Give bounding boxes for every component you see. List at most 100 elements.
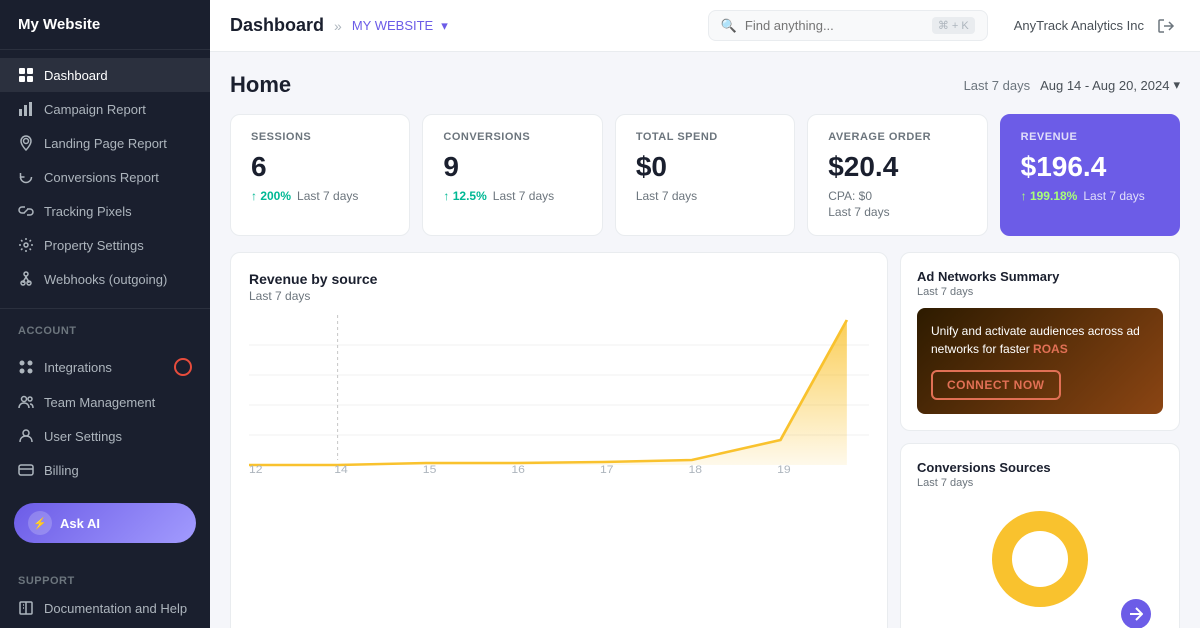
- stat-card-conversions: CONVERSIONS 9 ↑ 12.5% Last 7 days: [422, 114, 602, 236]
- sidebar-item-property-settings[interactable]: Property Settings: [0, 228, 210, 262]
- header-user: AnyTrack Analytics Inc: [1014, 12, 1180, 40]
- donut-svg: [980, 499, 1100, 619]
- chart-side-panel: Ad Networks Summary Last 7 days Unify an…: [900, 252, 1180, 628]
- sidebar-item-label: Team Management: [44, 395, 155, 410]
- ad-networks-sub: Last 7 days: [917, 286, 1163, 298]
- ad-networks-banner: Unify and activate audiences across ad n…: [917, 308, 1163, 414]
- stat-card-total-spend: TOTAL SPEND $0 Last 7 days: [615, 114, 795, 236]
- svg-text:17: 17: [600, 464, 614, 475]
- sidebar-item-team-management[interactable]: Team Management: [0, 385, 210, 419]
- logout-button[interactable]: [1152, 12, 1180, 40]
- card-icon: [18, 462, 34, 478]
- team-icon: [18, 394, 34, 410]
- account-section-label: Account: [0, 313, 210, 341]
- ask-ai-button[interactable]: ⚡ Ask AI: [14, 503, 196, 543]
- search-input[interactable]: [745, 18, 924, 33]
- stat-card-sessions: SESSIONS 6 ↑ 200% Last 7 days: [230, 114, 410, 236]
- svg-text:12: 12: [249, 464, 263, 475]
- sidebar-item-label: Dashboard: [44, 68, 108, 83]
- revenue-chart-svg: 12 14 15 16 17 18 19: [249, 315, 869, 475]
- sidebar-item-campaign-report[interactable]: Campaign Report: [0, 92, 210, 126]
- search-shortcut: ⌘ + K: [932, 17, 975, 34]
- user-name: AnyTrack Analytics Inc: [1014, 18, 1144, 33]
- connect-now-button[interactable]: CONNECT NOW: [931, 370, 1061, 400]
- revenue-chart-title: Revenue by source: [249, 271, 869, 287]
- stat-card-revenue: REVENUE $196.4 ↑ 199.18% Last 7 days: [1000, 114, 1180, 236]
- stat-value: $0: [636, 151, 774, 183]
- svg-text:14: 14: [334, 464, 348, 475]
- sidebar-item-landing-page-report[interactable]: Landing Page Report: [0, 126, 210, 160]
- sidebar-item-billing[interactable]: Billing: [0, 453, 210, 487]
- sidebar-item-user-settings[interactable]: User Settings: [0, 419, 210, 453]
- revenue-chart-card: Revenue by source Last 7 days: [230, 252, 888, 628]
- page-title: Home: [230, 72, 291, 98]
- stat-sub: ↑ 199.18% Last 7 days: [1021, 189, 1159, 203]
- svg-text:19: 19: [777, 464, 791, 475]
- support-label: Support: [0, 567, 210, 591]
- sidebar-item-label: Campaign Report: [44, 102, 146, 117]
- date-range-picker[interactable]: Aug 14 - Aug 20, 2024 ▾: [1040, 77, 1180, 93]
- stat-period: Last 7 days: [493, 189, 554, 203]
- stat-sub: ↑ 12.5% Last 7 days: [443, 189, 581, 203]
- navigate-button[interactable]: [1121, 599, 1151, 628]
- search-icon: 🔍: [721, 18, 737, 34]
- stat-sub: CPA: $0: [828, 189, 966, 203]
- book-icon: [18, 600, 34, 616]
- support-section: Support Documentation and Help: [0, 559, 210, 628]
- location-icon: [18, 135, 34, 151]
- stat-value: $196.4: [1021, 151, 1159, 183]
- date-range-text: Aug 14 - Aug 20, 2024: [1040, 78, 1169, 93]
- stat-value: $20.4: [828, 151, 966, 183]
- date-range-chevron-icon: ▾: [1173, 77, 1180, 93]
- ask-ai-icon: ⚡: [28, 511, 52, 535]
- stat-change: ↑ 200%: [251, 189, 291, 203]
- header-breadcrumb[interactable]: MY WEBSITE ▾: [352, 18, 448, 34]
- stat-change: ↑ 12.5%: [443, 189, 486, 203]
- header-chevron-icon: »: [334, 18, 342, 34]
- stat-cpa: CPA: $0: [828, 189, 872, 203]
- breadcrumb-label: MY WEBSITE: [352, 18, 433, 33]
- stat-change: ↑ 199.18%: [1021, 189, 1078, 203]
- charts-row: Revenue by source Last 7 days: [230, 252, 1180, 628]
- sidebar-item-docs[interactable]: Documentation and Help: [0, 591, 210, 625]
- sidebar-item-label: Tracking Pixels: [44, 204, 132, 219]
- revenue-chart-subtitle: Last 7 days: [249, 289, 869, 303]
- header: Dashboard » MY WEBSITE ▾ 🔍 ⌘ + K AnyTrac…: [210, 0, 1200, 52]
- bar-chart-icon: [18, 101, 34, 117]
- sidebar-item-label: Documentation and Help: [44, 601, 187, 616]
- sidebar-item-tracking-pixels[interactable]: Tracking Pixels: [0, 194, 210, 228]
- date-range-label: Last 7 days: [964, 78, 1031, 93]
- stat-sub: Last 7 days: [636, 189, 774, 203]
- breadcrumb-dropdown-icon: ▾: [441, 18, 448, 34]
- stat-period: Last 7 days: [636, 189, 697, 203]
- settings-icon: [18, 237, 34, 253]
- stat-value: 6: [251, 151, 389, 183]
- svg-text:18: 18: [689, 464, 703, 475]
- svg-text:15: 15: [423, 464, 437, 475]
- page-header: Home Last 7 days Aug 14 - Aug 20, 2024 ▾: [230, 72, 1180, 98]
- main-content: Dashboard » MY WEBSITE ▾ 🔍 ⌘ + K AnyTrac…: [210, 0, 1200, 628]
- refresh-icon: [18, 169, 34, 185]
- webhook-icon: [18, 271, 34, 287]
- stats-row: SESSIONS 6 ↑ 200% Last 7 days CONVERSION…: [230, 114, 1180, 236]
- stat-period: Last 7 days: [1083, 189, 1144, 203]
- grid2-icon: [18, 359, 34, 375]
- date-range: Last 7 days Aug 14 - Aug 20, 2024 ▾: [964, 77, 1180, 93]
- conv-sources-sub: Last 7 days: [917, 477, 1163, 489]
- stat-period: Last 7 days: [828, 205, 966, 219]
- sidebar-item-label: Property Settings: [44, 238, 144, 253]
- sidebar-item-label: Conversions Report: [44, 170, 159, 185]
- sidebar-item-dashboard[interactable]: Dashboard: [0, 58, 210, 92]
- sidebar-item-label: Landing Page Report: [44, 136, 167, 151]
- sidebar-item-integrations[interactable]: Integrations: [0, 349, 210, 385]
- conversions-sources-card: Conversions Sources Last 7 days direct 1…: [900, 443, 1180, 628]
- sidebar-item-label: Webhooks (outgoing): [44, 272, 167, 287]
- stat-label: AVERAGE ORDER: [828, 131, 966, 143]
- sidebar-item-conversions-report[interactable]: Conversions Report: [0, 160, 210, 194]
- stat-label: CONVERSIONS: [443, 131, 581, 143]
- sidebar-item-webhooks[interactable]: Webhooks (outgoing): [0, 262, 210, 296]
- stat-label: SESSIONS: [251, 131, 389, 143]
- page-content: Home Last 7 days Aug 14 - Aug 20, 2024 ▾…: [210, 52, 1200, 628]
- stat-sub: ↑ 200% Last 7 days: [251, 189, 389, 203]
- link-icon: [18, 203, 34, 219]
